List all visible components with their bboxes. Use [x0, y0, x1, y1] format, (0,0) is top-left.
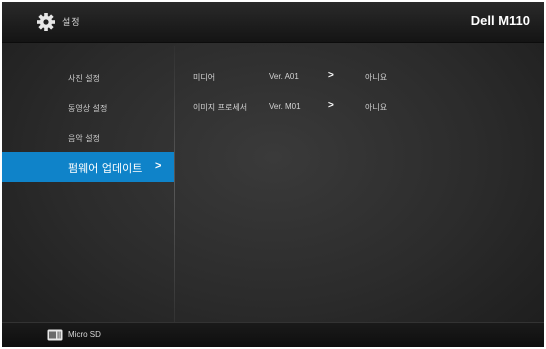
sidebar-item-music-settings[interactable]: 음악 설정 [2, 125, 174, 151]
sidebar-item-photo-settings[interactable]: 사진 설정 [2, 65, 174, 91]
sidebar-item-label: 사진 설정 [68, 74, 100, 83]
status-bar: Micro SD [2, 322, 544, 347]
firmware-update-value: 아니요 [365, 73, 388, 82]
chevron-right-icon[interactable]: > [328, 70, 334, 81]
header-bar: 설정 Dell M110 [2, 2, 544, 43]
sidebar-item-label: 음악 설정 [68, 134, 100, 143]
screen: 설정 Dell M110 사진 설정 동영상 설정 음악 설정 펌웨어 업데이트… [2, 2, 544, 347]
device-model: Dell M110 [470, 13, 530, 28]
sidebar-item-firmware-update[interactable]: 펌웨어 업데이트 > [2, 152, 174, 182]
firmware-row-image-processor[interactable]: 이미지 프로세서 Ver. M01 > 아니요 [175, 98, 544, 118]
sidebar-item-label: 동영상 설정 [68, 104, 108, 113]
page-title: 설정 [62, 18, 81, 28]
sidebar-item-label: 펌웨어 업데이트 [68, 162, 143, 175]
sd-card-icon [47, 329, 63, 341]
firmware-update-value: 아니요 [365, 103, 388, 112]
storage-label: Micro SD [68, 330, 101, 339]
gear-icon [37, 13, 55, 31]
firmware-component-name: 미디어 [193, 73, 216, 82]
chevron-right-icon[interactable]: > [328, 100, 334, 111]
chevron-right-icon: > [155, 160, 162, 172]
sidebar-item-video-settings[interactable]: 동영상 설정 [2, 95, 174, 121]
firmware-version: Ver. M01 [269, 102, 301, 111]
firmware-version: Ver. A01 [269, 72, 299, 81]
firmware-component-name: 이미지 프로세서 [193, 103, 248, 112]
firmware-row-media[interactable]: 미디어 Ver. A01 > 아니요 [175, 68, 544, 88]
